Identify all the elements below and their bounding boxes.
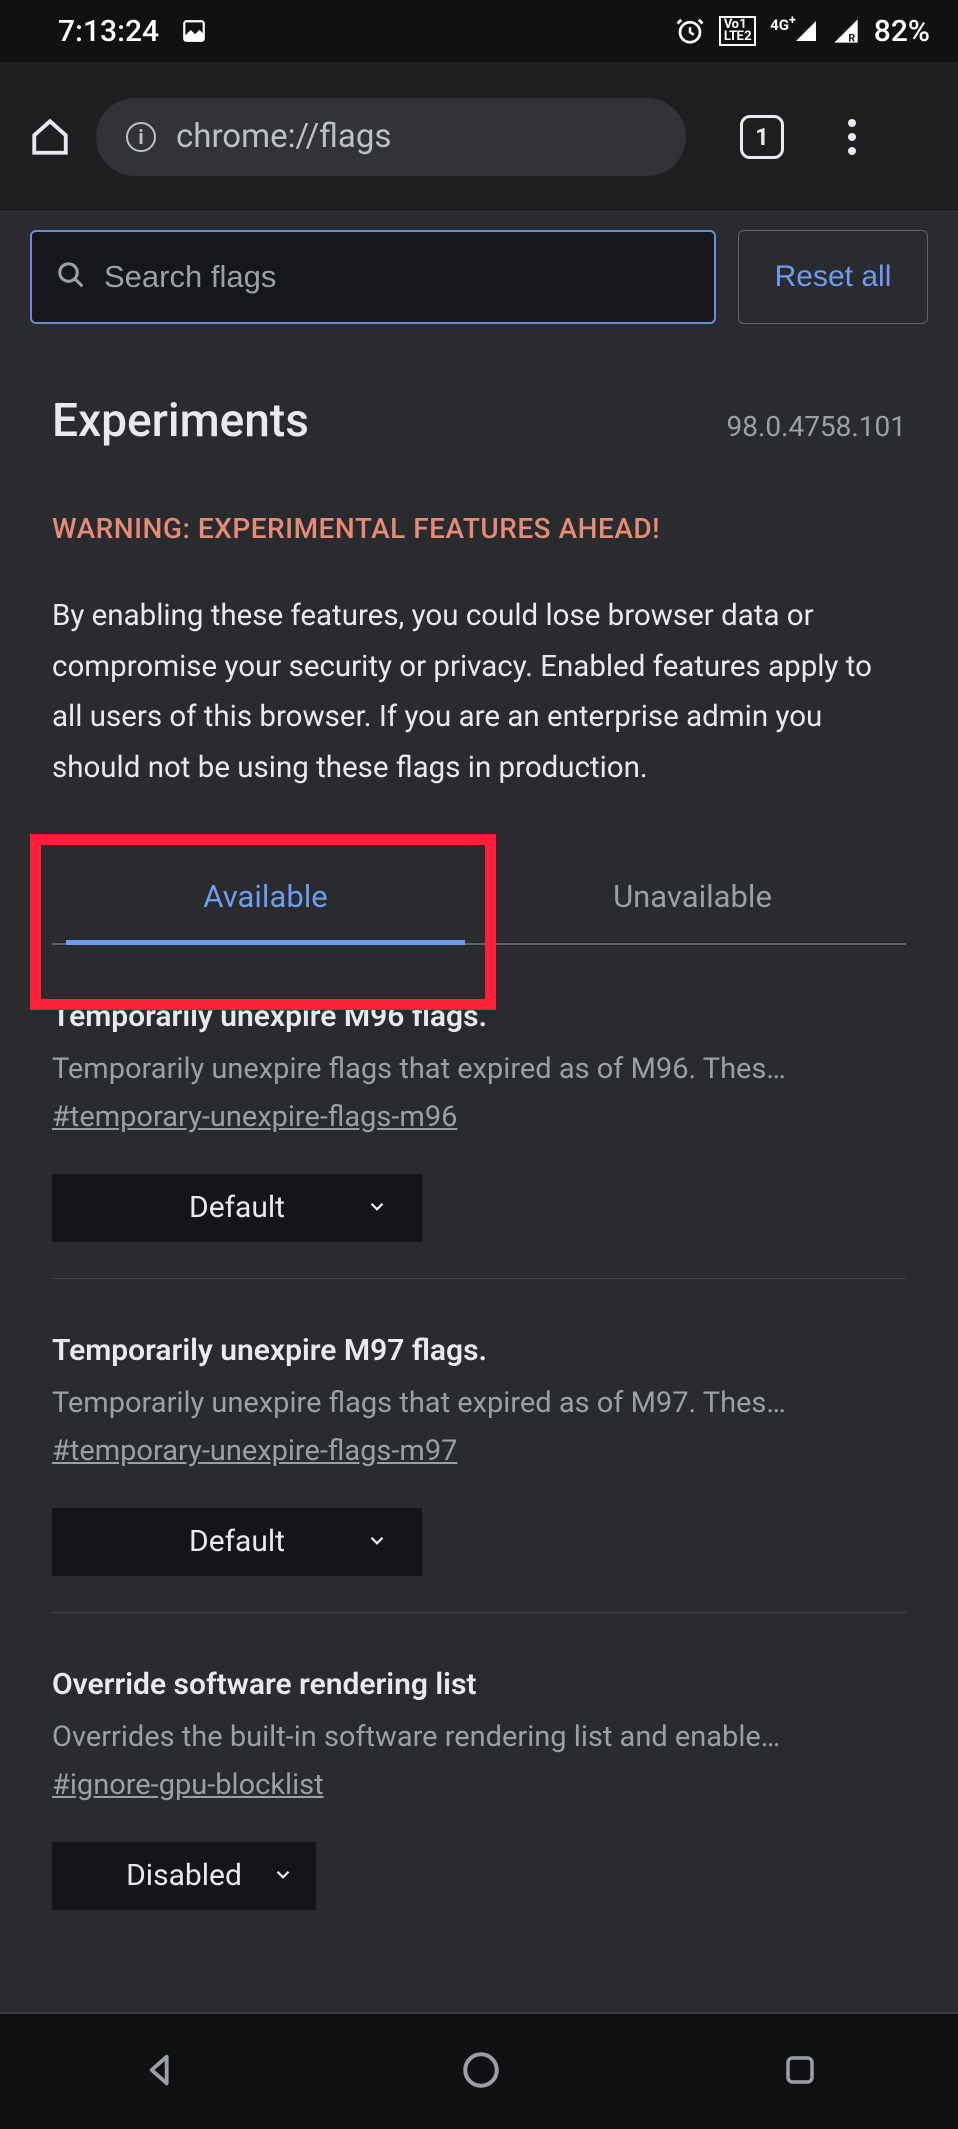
chevron-down-icon	[272, 1858, 294, 1893]
flag-select-dropdown[interactable]: Default	[52, 1174, 422, 1242]
nav-back-button[interactable]	[140, 2050, 180, 2094]
flag-title: Temporarily unexpire M97 flags.	[52, 1333, 906, 1368]
search-icon	[56, 260, 86, 294]
flag-description: Temporarily unexpire flags that expired …	[52, 1052, 906, 1086]
signal-roaming-icon: R	[832, 17, 860, 45]
status-time: 7:13:24	[58, 14, 159, 49]
flag-title: Override software rendering list	[52, 1667, 906, 1702]
tab-switcher-button[interactable]: 1	[740, 115, 784, 159]
overflow-menu-button[interactable]	[838, 109, 866, 165]
android-nav-bar	[0, 2012, 958, 2129]
warning-description: By enabling these features, you could lo…	[52, 591, 906, 794]
url-text: chrome://flags	[176, 117, 391, 156]
tabs: Available Unavailable	[52, 840, 906, 945]
page-title: Experiments	[52, 394, 309, 448]
chevron-down-icon	[366, 1190, 388, 1225]
flag-description: Overrides the built-in software renderin…	[52, 1720, 906, 1754]
reset-all-button[interactable]: Reset all	[738, 230, 928, 324]
alarm-icon	[675, 16, 705, 46]
url-bar[interactable]: i chrome://flags	[96, 98, 686, 176]
tab-unavailable[interactable]: Unavailable	[479, 840, 906, 943]
chevron-down-icon	[366, 1524, 388, 1559]
image-icon	[181, 18, 207, 44]
flag-anchor-link[interactable]: #temporary-unexpire-flags-m96	[52, 1100, 457, 1134]
flag-anchor-link[interactable]: #ignore-gpu-blocklist	[52, 1768, 324, 1802]
version-text: 98.0.4758.101	[726, 410, 906, 443]
flag-entry: Override software rendering list Overrid…	[52, 1613, 906, 1946]
search-flags-box[interactable]	[30, 230, 716, 324]
flag-select-dropdown[interactable]: Disabled	[52, 1842, 316, 1910]
search-flags-input[interactable]	[104, 259, 690, 295]
browser-toolbar: i chrome://flags 1	[0, 62, 958, 212]
flag-description: Temporarily unexpire flags that expired …	[52, 1386, 906, 1420]
svg-text:R: R	[848, 32, 855, 45]
android-status-bar: 7:13:24 Vo 1LTE 2 4G+ R 82%	[0, 0, 958, 62]
warning-heading: WARNING: EXPERIMENTAL FEATURES AHEAD!	[52, 512, 906, 545]
nav-home-button[interactable]	[460, 2049, 502, 2095]
signal-4g-icon: 4G+	[770, 19, 818, 43]
battery-text: 82%	[874, 14, 930, 49]
flag-anchor-link[interactable]: #temporary-unexpire-flags-m97	[52, 1434, 457, 1468]
nav-recents-button[interactable]	[782, 2052, 818, 2092]
flag-entry: Temporarily unexpire M97 flags. Temporar…	[52, 1279, 906, 1613]
flag-entry: Temporarily unexpire M96 flags. Temporar…	[52, 945, 906, 1279]
flag-select-dropdown[interactable]: Default	[52, 1508, 422, 1576]
home-button[interactable]	[28, 115, 72, 159]
flag-title: Temporarily unexpire M96 flags.	[52, 999, 906, 1034]
tab-available[interactable]: Available	[52, 840, 479, 943]
info-icon: i	[126, 122, 156, 152]
volte-icon: Vo 1LTE 2	[719, 16, 756, 46]
